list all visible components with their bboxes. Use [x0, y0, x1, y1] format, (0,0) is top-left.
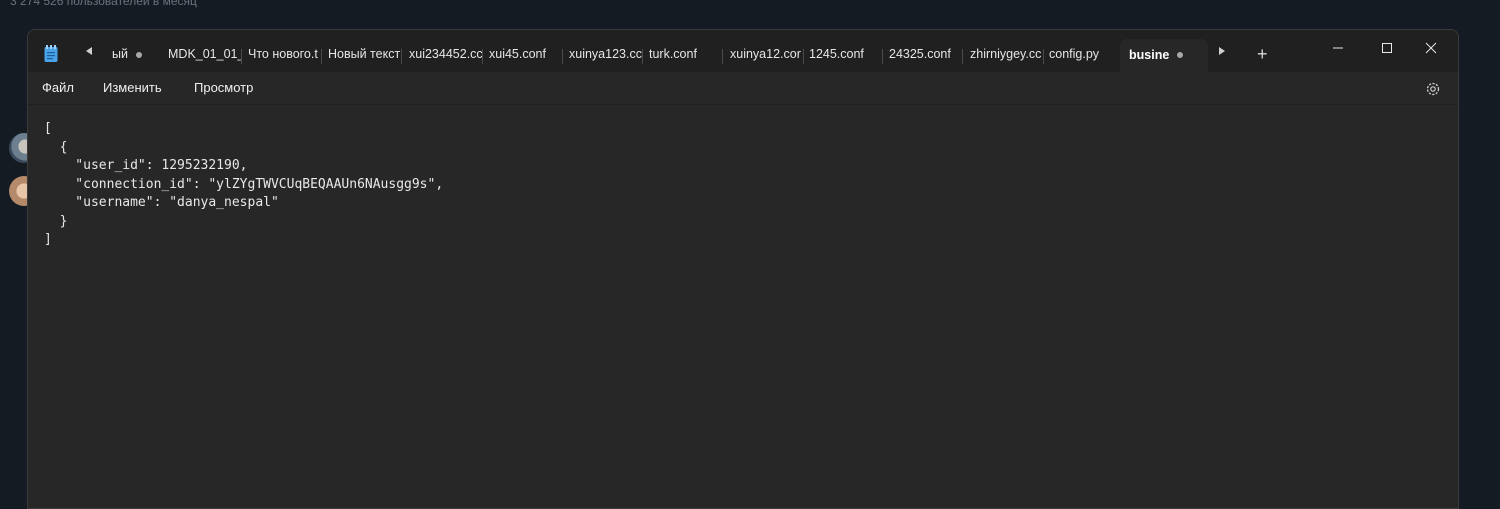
- tab-label: Что нового.t: [248, 47, 318, 61]
- tab-label: xui45.conf: [489, 47, 546, 61]
- tab[interactable]: xui234452.cc: [403, 40, 483, 72]
- tab[interactable]: turk.conf: [643, 40, 723, 72]
- new-tab-plus-icon[interactable]: +: [1257, 45, 1268, 63]
- menu-view[interactable]: Просмотр: [194, 80, 253, 95]
- tab-label: Новый текст: [328, 47, 401, 61]
- scroll-tabs-right-icon[interactable]: [1219, 47, 1225, 55]
- tab-label: zhirniygey.cc: [970, 47, 1042, 61]
- tab-label: config.py: [1049, 47, 1100, 61]
- close-icon[interactable]: [1421, 38, 1441, 58]
- menu-bar: Файл Изменить Просмотр: [28, 72, 1458, 105]
- tab-label: MDK_01_01_: [168, 47, 242, 61]
- monthly-users-caption: 3 274 526 пользователей в месяц: [10, 0, 197, 8]
- scroll-tabs-left-icon[interactable]: [86, 47, 92, 55]
- unsaved-dot-icon: [136, 52, 142, 58]
- minimize-icon[interactable]: [1328, 38, 1348, 58]
- tab[interactable]: zhirniygey.cc: [964, 40, 1044, 72]
- tab-label: 24325.conf: [889, 47, 951, 61]
- menu-file[interactable]: Файл: [42, 80, 74, 95]
- text-editor[interactable]: [ { "user_id": 1295232190, "connection_i…: [28, 105, 1458, 508]
- tab[interactable]: Новый текст: [322, 40, 402, 72]
- notepad-app-icon: [44, 45, 58, 62]
- tab[interactable]: 24325.conf: [883, 40, 963, 72]
- menu-edit[interactable]: Изменить: [103, 80, 162, 95]
- tab-label: ый: [112, 47, 128, 61]
- tab-label: busine: [1129, 48, 1169, 62]
- tab-label: xuinya12.cor: [730, 47, 801, 61]
- tab[interactable]: xuinya12.cor: [724, 40, 804, 72]
- tab[interactable]: 1245.conf: [803, 40, 883, 72]
- tab-label: turk.conf: [649, 47, 697, 61]
- tab[interactable]: Что нового.t: [242, 40, 322, 72]
- notepad-window: ый MDK_01_01_ Что нового.t Новый текст x…: [27, 29, 1459, 509]
- tab-active[interactable]: busine: [1120, 39, 1208, 72]
- tab-label: xui234452.cc: [409, 47, 483, 61]
- unsaved-dot-icon[interactable]: [1177, 52, 1183, 58]
- title-bar: ый MDK_01_01_ Что нового.t Новый текст x…: [28, 30, 1458, 72]
- maximize-icon[interactable]: [1377, 38, 1397, 58]
- tab-label: xuinya123.cc: [569, 47, 642, 61]
- document-text[interactable]: [ { "user_id": 1295232190, "connection_i…: [44, 120, 1458, 250]
- tab[interactable]: config.py: [1043, 40, 1118, 72]
- tab[interactable]: MDK_01_01_: [162, 40, 242, 72]
- tab[interactable]: xui45.conf: [483, 40, 563, 72]
- tab-label: 1245.conf: [809, 47, 864, 61]
- settings-gear-icon[interactable]: [1424, 80, 1442, 98]
- tab[interactable]: xuinya123.cc: [563, 40, 643, 72]
